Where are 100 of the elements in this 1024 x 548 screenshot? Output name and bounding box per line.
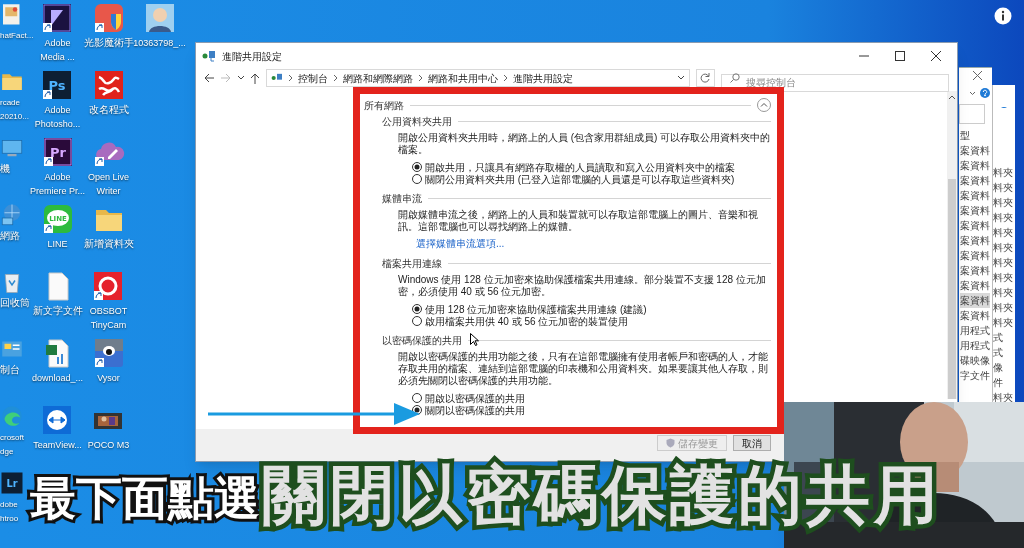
list-item[interactable]: 案資料 — [960, 143, 990, 158]
list-item[interactable]: 料夾 — [993, 255, 1015, 270]
desktop-icon-label: hatFact... — [0, 30, 34, 41]
scrollbar[interactable] — [947, 91, 957, 399]
collapse-button[interactable] — [757, 98, 771, 112]
list-item[interactable]: 案資料 — [960, 293, 990, 308]
radio-label[interactable]: 使用 128 位元加密來協助保護檔案共用連線 (建議) — [425, 301, 647, 317]
cancel-button[interactable]: 取消 — [733, 435, 771, 451]
app-tile-icon[interactable]: Ps — [41, 69, 74, 101]
scroll-up-icon[interactable] — [948, 93, 956, 101]
list-item[interactable]: 料夾 — [993, 270, 1015, 285]
app-tile-icon[interactable]: Pr — [41, 136, 74, 168]
help-icon[interactable] — [980, 88, 990, 98]
list-item[interactable]: 案資料 — [960, 263, 990, 278]
chevron-right-icon — [287, 74, 293, 82]
desktop-icon-label: download_... — [32, 372, 84, 384]
section-heading: 公用資料夾共用 — [382, 115, 452, 128]
list-item[interactable]: 式 — [993, 330, 1015, 345]
shield-icon[interactable] — [92, 2, 125, 34]
search-field[interactable]: 搜尋控制台 — [721, 73, 949, 92]
close-icon[interactable] — [931, 51, 941, 61]
arrows-icon[interactable] — [41, 404, 74, 436]
network-icon — [202, 50, 216, 62]
radio-button[interactable] — [412, 174, 422, 184]
desktop-icon-label: OBSBOT TinyCam — [89, 305, 128, 331]
chevron-right-icon — [417, 74, 423, 82]
breadcrumb-item[interactable]: 網路和共用中心 — [427, 70, 498, 86]
list-item[interactable]: 碟映像 — [960, 353, 990, 368]
group-heading: 所有網路 — [364, 98, 404, 113]
list-item[interactable]: 料夾 — [993, 315, 1015, 330]
list-item[interactable]: 料夾 — [993, 225, 1015, 240]
list-item[interactable]: 案資料 — [960, 248, 990, 263]
chevron-down-icon[interactable] — [969, 90, 976, 96]
address-bar[interactable]: 控制台 網路和網際網路 網路和共用中心 進階共用設定 — [265, 69, 690, 87]
shield-icon — [666, 438, 675, 448]
radio-button[interactable] — [412, 162, 422, 172]
cursor-icon — [470, 333, 479, 346]
back-arrow-icon[interactable] — [204, 73, 215, 83]
chevron-down-icon[interactable] — [236, 75, 245, 81]
list-item[interactable]: 案資料 — [960, 218, 990, 233]
camera-app-icon[interactable] — [92, 270, 125, 302]
radio-label[interactable]: 開啟共用，只讓具有網路存取權的人員讀取和寫入公用資料夾中的檔案 — [425, 159, 735, 175]
avatar-icon[interactable] — [143, 2, 176, 34]
search-icon — [730, 73, 740, 83]
desktop-icon-label: Vysor — [97, 372, 120, 384]
eye-app-icon[interactable] — [92, 337, 125, 369]
media-options-link[interactable]: 選擇媒體串流選項... — [416, 238, 505, 250]
info-icon[interactable] — [994, 7, 1012, 25]
pattern-icon[interactable] — [92, 69, 125, 101]
refresh-button[interactable] — [695, 69, 715, 87]
radio-button[interactable] — [412, 393, 422, 403]
list-item[interactable]: 料夾 — [993, 195, 1015, 210]
refresh-icon[interactable] — [700, 73, 711, 83]
radio-button[interactable] — [412, 304, 422, 314]
desktop-icon-label: Adobe Media ... — [40, 37, 75, 63]
list-item[interactable]: 件 — [993, 375, 1015, 390]
breadcrumb-item[interactable]: 進階共用設定 — [512, 70, 573, 86]
radio-label[interactable]: 開啟以密碼保護的共用 — [425, 390, 525, 406]
breadcrumb-item[interactable]: 控制台 — [297, 70, 328, 86]
chevron-right-icon — [502, 74, 508, 82]
desktop-icon-label: 網路 — [0, 229, 20, 241]
maximize-icon[interactable] — [895, 51, 905, 61]
scrollbar-thumb[interactable] — [948, 179, 956, 399]
list-item[interactable]: 料夾 — [993, 240, 1015, 255]
list-item[interactable]: 案資料 — [960, 308, 990, 323]
section-heading: 檔案共用連線 — [382, 257, 442, 270]
breadcrumb-item[interactable]: 網路和網際網路 — [342, 70, 413, 86]
desktop-icon-label: 制台 — [0, 363, 20, 375]
list-item[interactable]: 料夾 — [993, 210, 1015, 225]
list-item[interactable]: 料夾 — [993, 285, 1015, 300]
list-item[interactable]: 像 — [993, 360, 1015, 375]
list-item[interactable]: 案資料 — [960, 203, 990, 218]
desktop-icon-label: 改名程式 — [88, 103, 129, 115]
list-item[interactable]: 案資料 — [960, 188, 990, 203]
app-tile-icon[interactable] — [41, 2, 74, 34]
desktop-icon-label: LINE — [47, 238, 68, 250]
list-item[interactable]: 用程式 — [960, 323, 990, 338]
list-item[interactable]: 料夾 — [993, 165, 1015, 180]
list-item[interactable]: 式 — [993, 345, 1015, 360]
up-arrow-icon[interactable] — [250, 72, 260, 84]
list-item[interactable]: 案資料 — [960, 233, 990, 248]
list-item[interactable]: 案資料 — [960, 278, 990, 293]
search-field[interactable] — [959, 104, 985, 124]
section-description: 開啟以密碼保護的共用功能之後，只有在這部電腦擁有使用者帳戶和密碼的人，才能存取共用的檔案、連結到這部電腦的印表機和公用資料夾。如果要讓其他人存取，則必須先關閉以密碼保護的共用功能。 — [398, 351, 769, 387]
list-item[interactable]: 字文件 — [960, 368, 990, 383]
list-item[interactable]: 案資料 — [960, 158, 990, 173]
list-item[interactable]: 用程式 — [960, 338, 990, 353]
network-icon — [270, 73, 283, 83]
close-icon[interactable] — [973, 71, 982, 80]
desktop-icon-label: crosoft dge — [0, 432, 24, 457]
radio-button[interactable] — [412, 316, 422, 326]
section-description: 開啟公用資料夾共用時，網路上的人員 (包含家用群組成員) 可以存取公用資料夾中的檔案。 — [398, 132, 771, 156]
desktop-icon-label: dobe htroo — [0, 499, 19, 524]
app-tile-icon[interactable]: Lr — [0, 471, 24, 495]
list-item[interactable]: 料夾 — [993, 390, 1015, 405]
list-item[interactable]: 案資料 — [960, 173, 990, 188]
chevron-down-icon[interactable] — [676, 75, 685, 81]
list-item[interactable]: 料夾 — [993, 180, 1015, 195]
desktop-icon-label: POCO M3 — [87, 439, 130, 451]
list-item[interactable]: 料夾 — [993, 300, 1015, 315]
